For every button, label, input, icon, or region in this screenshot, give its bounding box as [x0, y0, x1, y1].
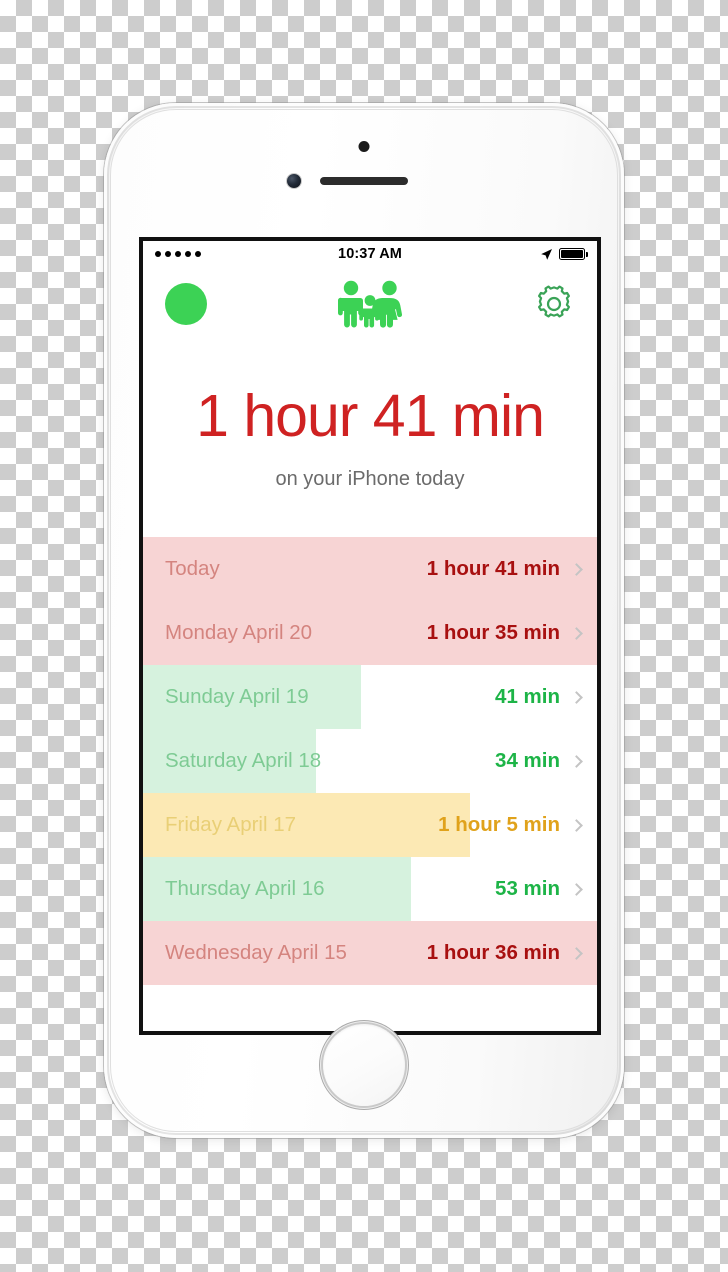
row-day-label: Sunday April 19 [165, 685, 309, 708]
row-day-label: Today [165, 557, 220, 580]
table-row[interactable]: Friday April 17 1 hour 5 min [143, 793, 597, 857]
row-duration-value: 1 hour 36 min [426, 941, 560, 964]
row-duration-value: 53 min [495, 877, 560, 900]
location-arrow-icon [541, 248, 552, 260]
gear-icon[interactable] [533, 283, 575, 325]
table-row[interactable]: Sunday April 19 41 min [143, 665, 597, 729]
daily-usage-list: Today 1 hour 41 min Monday April 20 1 hour … [143, 537, 597, 985]
table-row[interactable]: Thursday April 16 53 min [143, 857, 597, 921]
total-time-headline: 1 hour 41 min [196, 383, 545, 449]
iphone-device-frame: 10:37 AM 1 hour 41 min on your iPhone to… [104, 103, 624, 1138]
row-day-label: Friday April 17 [165, 813, 297, 836]
device-bezel: 10:37 AM 1 hour 41 min on your iPhone to… [110, 109, 618, 1132]
chevron-right-icon[interactable] [570, 818, 583, 832]
battery-full-icon [559, 248, 589, 260]
status-bar-time: 10:37 AM [338, 246, 402, 262]
family-icon[interactable] [333, 280, 407, 328]
app-header [143, 267, 597, 341]
phone-screen: 10:37 AM 1 hour 41 min on your iPhone to… [139, 237, 601, 1035]
row-day-label: Saturday April 18 [165, 749, 322, 772]
table-row[interactable]: Today 1 hour 41 min [143, 537, 597, 601]
row-duration-value: 41 min [495, 685, 560, 708]
row-day-label: Wednesday April 15 [165, 941, 347, 964]
chevron-right-icon[interactable] [570, 754, 583, 768]
row-duration-value: 34 min [495, 749, 560, 772]
chevron-right-icon[interactable] [570, 882, 583, 896]
daily-summary: 1 hour 41 min on your iPhone today [143, 341, 597, 537]
table-row[interactable]: Saturday April 18 34 min [143, 729, 597, 793]
status-bar: 10:37 AM [143, 241, 597, 267]
status-bar-right-group [540, 248, 589, 261]
table-row[interactable]: Wednesday April 15 1 hour 36 min [143, 921, 597, 985]
proximity-sensor-icon [358, 141, 370, 152]
row-day-label: Monday April 20 [165, 621, 313, 644]
chevron-right-icon[interactable] [570, 690, 583, 704]
row-day-label: Thursday April 16 [165, 877, 325, 900]
table-row[interactable]: Monday April 20 1 hour 35 min [143, 601, 597, 665]
front-camera-icon [287, 174, 301, 188]
summary-subtitle: on your iPhone today [275, 468, 465, 490]
earpiece-speaker [320, 177, 408, 185]
row-duration-value: 1 hour 35 min [426, 621, 560, 644]
green-circle-icon[interactable] [165, 283, 207, 325]
home-button[interactable] [323, 1024, 405, 1106]
row-duration-value: 1 hour 41 min [426, 557, 560, 580]
row-duration-value: 1 hour 5 min [438, 813, 560, 836]
